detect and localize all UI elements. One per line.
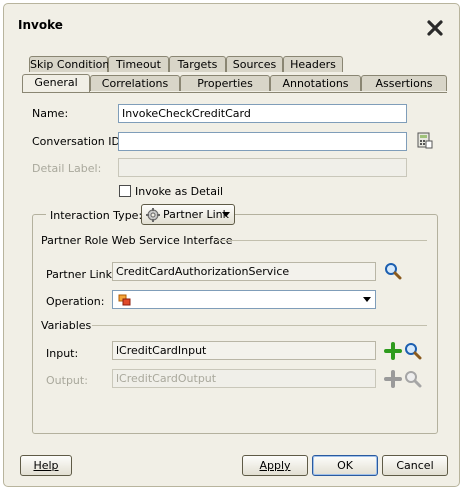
tab-headers[interactable]: Headers [283,56,343,72]
conversation-id-field[interactable] [118,132,407,151]
invoke-as-detail-checkbox[interactable] [119,185,131,197]
interaction-type-group [32,214,438,434]
invoke-as-detail-label: Invoke as Detail [135,185,224,198]
close-icon[interactable] [423,16,447,40]
tab-correlations[interactable]: Correlations [90,75,180,91]
tab-annotations[interactable]: Annotations [270,75,361,91]
tab-timeout[interactable]: Timeout [108,56,169,72]
interaction-type-label: Interaction Type: [46,209,147,222]
variables-separator [92,325,427,326]
search-icon [405,371,422,388]
help-label: Help [33,459,59,472]
input-variable-field[interactable]: lCreditCardInput [112,341,376,360]
partner-link-field[interactable]: CreditCardAuthorizationService [112,262,376,281]
search-icon[interactable] [384,262,402,280]
partner-link-icon [146,208,160,222]
tab-divider [22,92,447,93]
interaction-type-value: Partner Link [163,208,229,221]
conversation-id-label: Conversation ID: [32,135,124,148]
dialog-title: Invoke [18,18,63,32]
output-label: Output: [46,374,88,387]
detail-label-field [118,158,407,177]
apply-button[interactable]: Apply [242,455,308,476]
calculator-icon[interactable] [416,132,434,150]
add-icon[interactable] [384,342,402,360]
ok-button[interactable]: OK [312,455,378,476]
add-icon [384,370,402,388]
input-label: Input: [46,347,79,360]
name-field[interactable]: InvokeCheckCreditCard [118,104,407,123]
partner-role-separator [217,240,427,241]
operation-icon [118,294,131,306]
search-icon[interactable] [404,342,422,360]
tab-skip-condition[interactable]: Skip Condition [29,56,109,72]
tab-targets[interactable]: Targets [169,56,226,72]
partner-link-label: Partner Link: [46,268,116,281]
tab-properties[interactable]: Properties [180,75,270,91]
cancel-button[interactable]: Cancel [382,455,448,476]
tab-general[interactable]: General [22,74,90,92]
output-variable-field: lCreditCardOutput [112,369,376,388]
name-label: Name: [32,107,69,120]
dropdown-arrow-icon [222,212,230,217]
operation-dropdown[interactable] [112,290,376,309]
tab-sources[interactable]: Sources [226,56,283,72]
apply-label: Apply [259,459,291,472]
interaction-type-dropdown[interactable]: Partner Link [141,204,235,225]
variables-header: Variables [41,319,92,332]
tab-assertions[interactable]: Assertions [361,75,447,91]
invoke-dialog: Invoke Skip Condition Timeout Targets So… [3,3,460,487]
title-bar: Invoke [4,4,459,44]
help-button[interactable]: Help [20,455,72,476]
detail-label-label: Detail Label: [32,162,102,175]
partner-role-header: Partner Role Web Service Interface [41,234,233,247]
chevron-down-icon [363,297,371,302]
operation-label: Operation: [46,295,105,308]
